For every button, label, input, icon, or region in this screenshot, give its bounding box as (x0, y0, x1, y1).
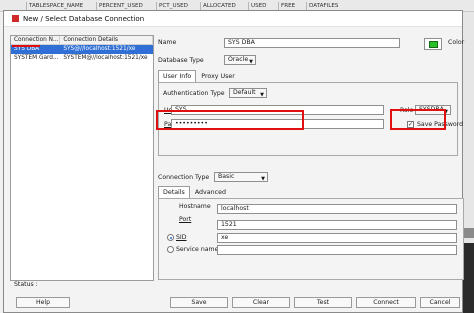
user-tabs: User Info Proxy User (158, 70, 240, 82)
service-name-label: Service name (176, 246, 219, 253)
connection-type-value: Basic (218, 173, 235, 180)
connection-type-select[interactable]: Basic ▼ (214, 172, 268, 182)
chevron-down-icon: ▼ (249, 59, 253, 65)
port-input[interactable]: 1521 (217, 220, 457, 230)
database-type-label: Database Type (158, 57, 204, 64)
sid-input[interactable]: xe (217, 233, 457, 243)
connection-name: SYSTEM Gard... (14, 55, 59, 61)
connection-details: SYSTEM@//localhost:1521/xe (63, 55, 148, 61)
save-button[interactable]: Save (170, 297, 228, 308)
bg-col-pct-used: PCT_USED (156, 2, 188, 10)
username-highlight-annotation (156, 110, 304, 130)
connection-list-header: Connection N... Connection Details (11, 36, 153, 45)
service-name-input[interactable] (217, 245, 457, 255)
connect-button[interactable]: Connect (356, 297, 416, 308)
database-type-select[interactable]: Oracle ▼ (224, 55, 256, 65)
list-item[interactable]: SYSTEM Gard... SYSTEM@//localhost:1521/x… (11, 54, 153, 63)
details-panel: Hostname localhost Port 1521 SID xe Serv… (158, 198, 464, 280)
help-button[interactable]: Help (16, 297, 70, 308)
test-button[interactable]: Test (294, 297, 352, 308)
tab-details[interactable]: Details (158, 186, 190, 198)
hostname-label: Hostname (179, 203, 211, 210)
new-connection-dialog: New / Select Database Connection Connect… (3, 10, 465, 313)
app-icon (12, 15, 19, 22)
dialog-title: New / Select Database Connection (23, 14, 145, 23)
color-swatch (429, 41, 438, 48)
connection-type-label: Connection Type (158, 174, 210, 181)
details-tabs: Details Advanced (158, 186, 231, 198)
name-label: Name (158, 39, 177, 46)
bg-col-allocated: ALLOCATED (200, 2, 236, 10)
auth-type-label: Authentication Type (163, 90, 225, 97)
database-type-value: Oracle (228, 56, 249, 63)
clear-button[interactable]: Clear (232, 297, 290, 308)
auth-type-select[interactable]: Default ▼ (229, 88, 267, 98)
status-label: Status : (14, 281, 38, 288)
column-header-connection-name[interactable]: Connection N... (11, 36, 61, 44)
dialog-button-bar: Help Save Clear Test Connect Cancel (4, 293, 462, 311)
sid-radio[interactable] (167, 234, 174, 241)
red-underline-annotation (12, 45, 40, 47)
dialog-titlebar[interactable]: New / Select Database Connection (4, 11, 462, 27)
color-picker-button[interactable] (424, 38, 442, 50)
name-input[interactable]: SYS DBA (224, 38, 400, 48)
connection-details: SYS@//localhost:1521/xe (63, 46, 136, 52)
sid-label: SID (176, 234, 187, 241)
cancel-button[interactable]: Cancel (420, 297, 460, 308)
bg-col-datafiles: DATAFILES (306, 2, 338, 10)
color-label: Color (448, 39, 465, 46)
connection-list: Connection N... Connection Details SYS D… (10, 35, 154, 281)
bg-col-tablespace: TABLESPACE_NAME (26, 2, 83, 10)
tab-proxy-user[interactable]: Proxy User (196, 70, 240, 82)
bg-col-free: FREE (278, 2, 295, 10)
bg-col-used: USED (248, 2, 267, 10)
column-header-connection-details[interactable]: Connection Details (60, 36, 153, 44)
hostname-input[interactable]: localhost (217, 204, 457, 214)
auth-type-value: Default (233, 89, 256, 96)
role-highlight-annotation (390, 109, 446, 130)
chevron-down-icon: ▼ (261, 176, 265, 182)
port-label: Port (179, 216, 192, 223)
chevron-down-icon: ▼ (260, 92, 264, 98)
tab-advanced[interactable]: Advanced (190, 186, 231, 198)
service-name-radio[interactable] (167, 246, 174, 253)
bg-col-percent-used: PERCENT_USED (96, 2, 143, 10)
tab-user-info[interactable]: User Info (158, 70, 197, 82)
